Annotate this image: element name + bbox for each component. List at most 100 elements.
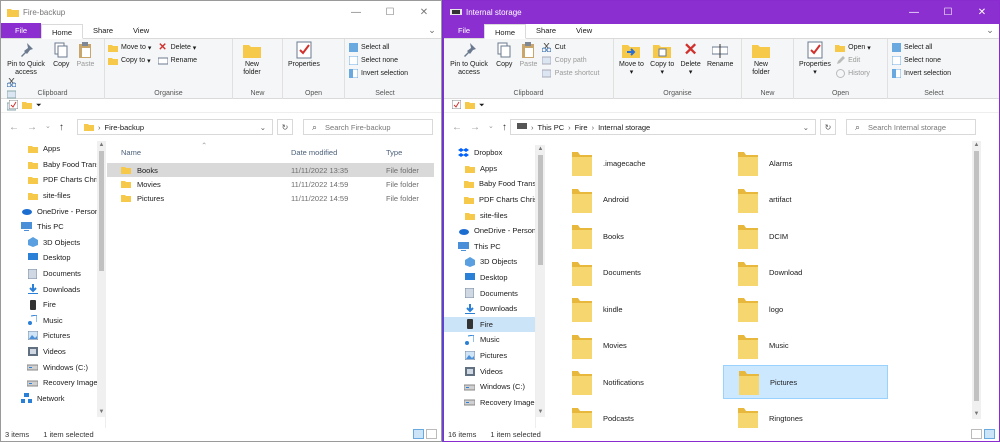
content-scrollbar[interactable]: ▲ ▼ [972, 141, 981, 419]
nav-item-videos[interactable]: Videos [444, 363, 535, 379]
nav-item-site-files[interactable]: site-files [444, 207, 535, 223]
scroll-down-icon[interactable]: ▼ [97, 408, 106, 417]
folder-tile[interactable]: Documents [557, 256, 722, 290]
nav-item-desktop[interactable]: Desktop [444, 270, 535, 286]
folder-tile[interactable]: Download [723, 256, 888, 290]
select-none-button[interactable]: Select none [348, 54, 422, 67]
select-none-button[interactable]: Select none [891, 54, 977, 67]
tab-share[interactable]: Share [83, 23, 123, 38]
nav-item-windows-c[interactable]: Windows (C:) [444, 379, 535, 395]
back-icon[interactable]: ← [452, 122, 462, 133]
open-button[interactable]: Open ▾ [835, 41, 871, 54]
folder-tile[interactable]: Pictures [723, 365, 888, 399]
properties-icon[interactable] [8, 99, 19, 111]
folder-tile[interactable]: Movies [557, 329, 722, 363]
copy-path-button[interactable]: Copy path [542, 54, 600, 67]
scroll-down-icon[interactable]: ▼ [536, 408, 545, 417]
details-view-icon[interactable] [413, 429, 424, 439]
table-row[interactable]: Books 11/11/2022 13:35 File folder [107, 163, 434, 177]
chevron-down-icon[interactable]: ⌄ [260, 123, 266, 132]
customize-icon[interactable]: ⏷ [479, 102, 485, 110]
scroll-thumb[interactable] [974, 151, 979, 401]
nav-item-music[interactable]: Music [1, 313, 105, 329]
nav-item-apps[interactable]: Apps [444, 161, 535, 177]
nav-item-this-pc[interactable]: This PC [444, 239, 535, 255]
folder-tile[interactable]: Ringtones [723, 402, 888, 428]
cut-icon[interactable] [6, 77, 16, 87]
folder-tile[interactable]: Podcasts [557, 402, 722, 428]
nav-item-onedrive-person[interactable]: OneDrive - Person [444, 223, 535, 239]
select-all-button[interactable]: Select all [891, 41, 977, 54]
scroll-up-icon[interactable]: ▲ [972, 141, 981, 150]
new-folder-button[interactable]: New folder [747, 41, 775, 77]
nav-item-this-pc[interactable]: This PC [1, 219, 105, 235]
properties-icon[interactable] [451, 99, 462, 111]
details-view-icon[interactable] [971, 429, 982, 439]
properties-button[interactable]: Properties [288, 41, 320, 69]
maximize-icon[interactable]: ☐ [373, 1, 407, 24]
up-icon[interactable]: ↑ [502, 122, 507, 133]
rename-button[interactable]: Rename [157, 54, 197, 67]
nav-item-pictures[interactable]: Pictures [1, 328, 105, 344]
address-bar[interactable]: › Fire-backup ⌄ [77, 119, 273, 135]
nav-item-desktop[interactable]: Desktop [1, 250, 105, 266]
scroll-thumb[interactable] [99, 151, 104, 271]
folder-tile[interactable]: Android [557, 183, 722, 217]
nav-item-documents[interactable]: Documents [444, 285, 535, 301]
rename-button[interactable]: Rename [707, 41, 733, 69]
customize-icon[interactable]: ⏷ [36, 102, 42, 110]
folder-tile[interactable]: Books [557, 219, 722, 253]
move-to-button[interactable]: Move to ▾ [619, 41, 644, 77]
invert-selection-button[interactable]: Invert selection [891, 67, 977, 80]
nav-item-documents[interactable]: Documents [1, 266, 105, 282]
nav-item-pdf-charts-chris[interactable]: PDF Charts Chris [444, 192, 535, 208]
nav-item-apps[interactable]: Apps [1, 141, 105, 157]
recent-icon[interactable]: ⌄ [45, 122, 51, 133]
folder-icon[interactable] [465, 100, 475, 111]
nav-item-dropbox[interactable]: Dropbox [444, 145, 535, 161]
nav-item-fire[interactable]: Fire [444, 316, 535, 333]
back-icon[interactable]: ← [9, 122, 19, 133]
paste-shortcut-button[interactable]: Paste shortcut [542, 67, 599, 80]
close-icon[interactable]: ✕ [407, 1, 441, 24]
minimize-icon[interactable]: — [339, 1, 373, 24]
nav-item-downloads[interactable]: Downloads [1, 281, 105, 297]
large-icons-view-icon[interactable] [426, 429, 437, 439]
search-input[interactable]: ⌕ Search Internal storage [846, 119, 976, 135]
nav-scrollbar[interactable]: ▲ ▼ [536, 145, 545, 417]
column-name[interactable]: Name [121, 148, 141, 157]
up-icon[interactable]: ↑ [59, 122, 64, 133]
nav-item-baby-food-trans[interactable]: Baby Food Trans [444, 176, 535, 192]
pin-quick-access-button[interactable]: Pin to Quick access [6, 41, 46, 77]
tab-view[interactable]: View [123, 23, 159, 38]
folder-tile[interactable]: logo [723, 292, 888, 326]
nav-item-onedrive-person[interactable]: OneDrive - Person [1, 203, 105, 219]
close-icon[interactable]: ✕ [965, 1, 999, 24]
nav-item-baby-food-trans[interactable]: Baby Food Trans [1, 157, 105, 173]
refresh-button[interactable]: ↻ [277, 119, 293, 135]
copy-to-button[interactable]: Copy to ▾ [108, 54, 151, 67]
minimize-icon[interactable]: — [897, 1, 931, 24]
cut-button[interactable]: Cut [542, 41, 600, 54]
pin-quick-access-button[interactable]: Pin to Quick access [449, 41, 489, 77]
scroll-up-icon[interactable]: ▲ [536, 145, 545, 154]
title-bar[interactable]: Fire-backup — ☐ ✕ [1, 1, 441, 24]
folder-tile[interactable]: Alarms [723, 146, 888, 180]
nav-item-site-files[interactable]: site-files [1, 188, 105, 204]
folder-tile[interactable]: kindle [557, 292, 722, 326]
nav-item-3d-objects[interactable]: 3D Objects [444, 254, 535, 270]
forward-icon[interactable]: → [27, 122, 37, 133]
nav-item-recovery-image[interactable]: Recovery Image [1, 375, 105, 391]
nav-item-network[interactable]: Network [1, 391, 105, 407]
address-bar[interactable]: › This PC › Fire › Internal storage ⌄ [510, 119, 816, 135]
nav-item-downloads[interactable]: Downloads [444, 301, 535, 317]
new-folder-button[interactable]: New folder [238, 41, 266, 77]
tab-share[interactable]: Share [526, 23, 566, 38]
nav-item-pdf-charts-chris[interactable]: PDF Charts Chris [1, 172, 105, 188]
breadcrumb-this-pc[interactable]: This PC [538, 123, 565, 132]
refresh-button[interactable]: ↻ [820, 119, 836, 135]
nav-item-3d-objects[interactable]: 3D Objects [1, 235, 105, 251]
large-icons-view-icon[interactable] [984, 429, 995, 439]
nav-item-pictures[interactable]: Pictures [444, 348, 535, 364]
folder-tile[interactable]: artifact [723, 183, 888, 217]
